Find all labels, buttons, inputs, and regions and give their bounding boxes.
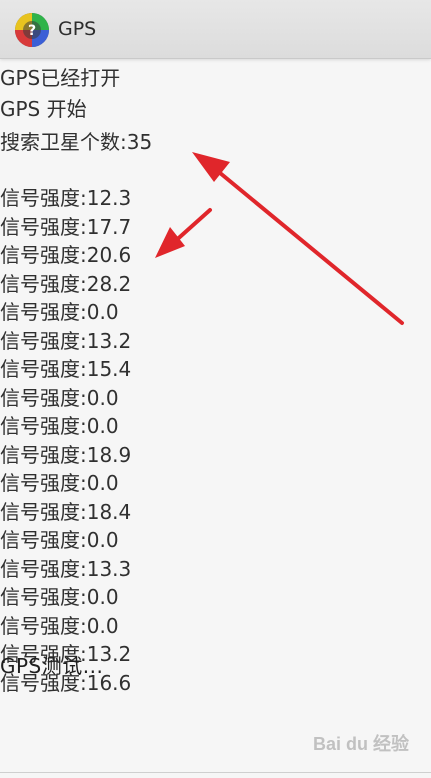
log-line: 信号强度:0.0: [0, 386, 119, 410]
log-line: 搜索卫星个数:35: [0, 130, 153, 154]
log-line: 信号强度:17.7: [0, 215, 132, 239]
app-title: GPS: [58, 18, 97, 40]
watermark-logo: Bai du 经验: [312, 734, 409, 754]
log-line: 信号强度:0.0: [0, 414, 119, 438]
log-line: GPS已经打开: [0, 66, 121, 90]
log-line: 信号强度:0.0: [0, 300, 119, 324]
divider: [0, 772, 431, 773]
log-line: 信号强度:0.0: [0, 471, 119, 495]
gps-app-icon[interactable]: ?: [14, 12, 50, 48]
log-line: 信号强度:0.0: [0, 528, 119, 552]
log-line: 信号强度:13.3: [0, 557, 132, 581]
log-line: 信号强度:20.6: [0, 243, 132, 267]
log-line: 信号强度:0.0: [0, 614, 119, 638]
log-line: 信号强度:15.4: [0, 357, 132, 381]
action-bar: ? GPS: [0, 0, 431, 59]
svg-text:?: ?: [28, 23, 36, 39]
log-line: 信号强度:12.3: [0, 186, 132, 210]
log-output: GPS已经打开 GPS 开始 搜索卫星个数:35 信号强度:12.3 信号强度:…: [0, 58, 431, 698]
toast-text: GPS测试...: [0, 654, 104, 678]
log-line: GPS 开始: [0, 97, 87, 121]
log-line: 信号强度:18.4: [0, 500, 132, 524]
log-line: 信号强度:18.9: [0, 443, 132, 467]
log-line: 信号强度:0.0: [0, 585, 119, 609]
log-line: 信号强度:13.2: [0, 329, 132, 353]
log-line: 信号强度:28.2: [0, 272, 132, 296]
